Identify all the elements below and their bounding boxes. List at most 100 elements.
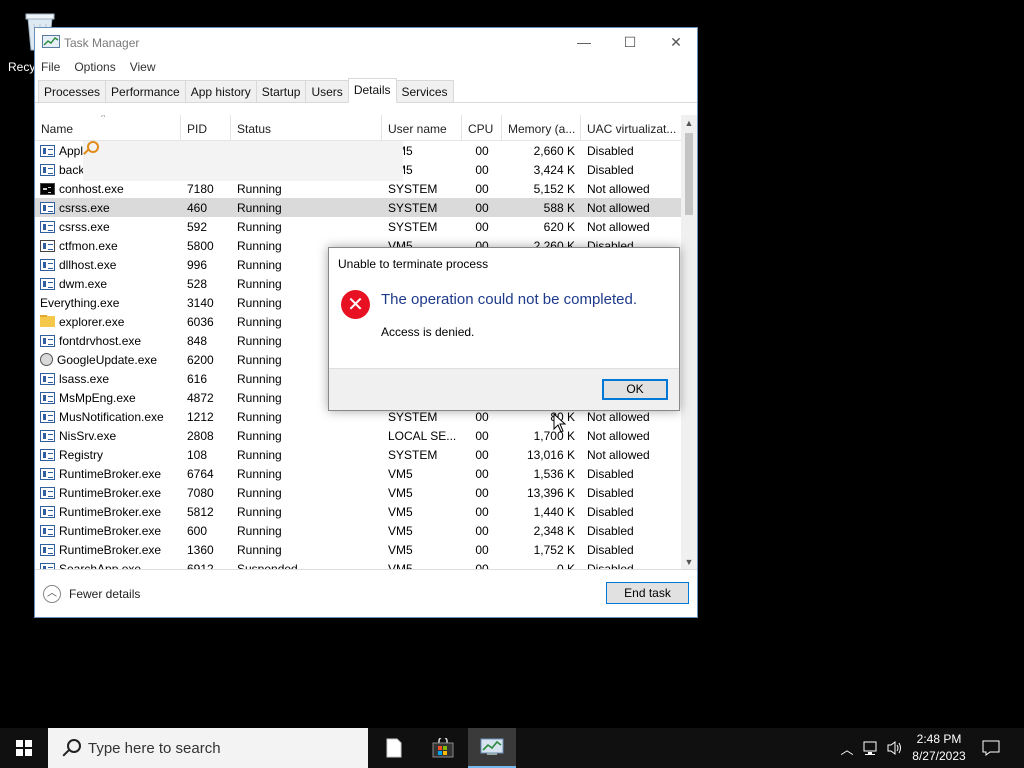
column-header-pid[interactable]: PID bbox=[181, 115, 231, 141]
cell-cpu: 00 bbox=[475, 466, 489, 481]
process-name: Registry bbox=[59, 447, 104, 462]
cell-pid: 108 bbox=[187, 447, 208, 462]
scroll-down-icon[interactable]: ▼ bbox=[681, 554, 697, 569]
column-header-uac[interactable]: UAC virtualizat... bbox=[581, 115, 681, 141]
app-icon bbox=[40, 201, 55, 214]
cell-uac: Disabled bbox=[587, 162, 634, 177]
menu-options[interactable]: Options bbox=[74, 60, 115, 74]
start-button[interactable] bbox=[0, 728, 48, 768]
taskbar-task-manager[interactable] bbox=[468, 728, 516, 768]
process-name: GoogleUpdate.exe bbox=[57, 352, 158, 367]
cell-mem: 620 K bbox=[543, 219, 575, 234]
tab-users[interactable]: Users bbox=[305, 80, 349, 102]
tab-processes[interactable]: Processes bbox=[38, 80, 107, 102]
cell-pid: 6200 bbox=[187, 352, 214, 367]
chevron-up-icon: ︿ bbox=[43, 585, 61, 603]
scroll-up-icon[interactable]: ▲ bbox=[681, 115, 697, 131]
tab-details[interactable]: Details bbox=[347, 78, 397, 103]
app-icon bbox=[40, 448, 55, 461]
menu-file[interactable]: File bbox=[41, 60, 60, 74]
cell-uac: Not allowed bbox=[587, 181, 650, 196]
table-row[interactable]: Registry 108 Running SYSTEM 00 13,016 K Not al… bbox=[35, 445, 681, 464]
cell-user: VM5 bbox=[388, 504, 413, 519]
cell-uac: Not allowed bbox=[587, 219, 650, 234]
cell-pid: 528 bbox=[187, 276, 208, 291]
table-row[interactable]: RuntimeBroker.exe 600 Running VM5 00 2,348 K D… bbox=[35, 521, 681, 540]
table-row[interactable]: conhost.exe 7180 Running SYSTEM 00 5,152 K Not… bbox=[35, 179, 681, 198]
table-row[interactable]: RuntimeBroker.exe 7080 Running VM5 00 13,396 … bbox=[35, 483, 681, 502]
taskbar-store[interactable] bbox=[419, 728, 467, 768]
app-icon bbox=[40, 391, 55, 404]
title-bar[interactable]: Task Manager — ☐ ✕ bbox=[35, 28, 697, 56]
cell-uac: Disabled bbox=[587, 485, 634, 500]
minimize-button[interactable]: — bbox=[561, 28, 607, 56]
cell-mem: 2,348 K bbox=[533, 523, 575, 538]
table-row[interactable]: NisSrv.exe 2808 Running LOCAL SE... 00 1,700 … bbox=[35, 426, 681, 445]
process-name-cell: MusNotification.exe bbox=[35, 410, 181, 424]
column-header-status[interactable]: Status bbox=[231, 115, 382, 141]
cell-user: LOCAL SE... bbox=[388, 428, 457, 443]
volume-icon[interactable] bbox=[886, 740, 904, 756]
column-header-name[interactable]: Name ^ bbox=[35, 115, 181, 141]
tab-startup[interactable]: Startup bbox=[255, 80, 307, 102]
clock[interactable]: 2:48 PM 8/27/2023 bbox=[904, 731, 974, 765]
column-header-user[interactable]: User name bbox=[382, 115, 462, 141]
fewer-details-button[interactable]: ︿ Fewer details bbox=[43, 585, 140, 603]
process-name: RuntimeBroker.exe bbox=[59, 523, 162, 538]
cell-status: Running bbox=[237, 447, 282, 462]
process-name-cell: RuntimeBroker.exe bbox=[35, 524, 181, 538]
app-icon bbox=[40, 467, 55, 480]
cell-user: VM5 bbox=[388, 542, 413, 557]
tab-app-history[interactable]: App history bbox=[184, 80, 257, 102]
table-row[interactable]: RuntimeBroker.exe 6764 Running VM5 00 1,536 K… bbox=[35, 464, 681, 483]
chevron-up-icon[interactable]: ︿ bbox=[838, 739, 856, 758]
table-row[interactable]: csrss.exe 592 Running SYSTEM 00 620 K Not allo… bbox=[35, 217, 681, 236]
pen-icon bbox=[40, 239, 55, 252]
table-row[interactable]: csrss.exe 460 Running SYSTEM 00 588 K Not allo… bbox=[35, 198, 681, 217]
table-row[interactable]: RuntimeBroker.exe 1360 Running VM5 00 1,752 K… bbox=[35, 540, 681, 559]
app-icon bbox=[40, 277, 55, 290]
table-row[interactable]: RuntimeBroker.exe 5812 Running VM5 00 1,440 K… bbox=[35, 502, 681, 521]
window-title: Task Manager bbox=[64, 36, 140, 50]
cell-status: Running bbox=[237, 485, 282, 500]
scroll-thumb[interactable] bbox=[685, 133, 693, 215]
app-icon bbox=[40, 220, 55, 233]
taskbar-file-explorer[interactable] bbox=[370, 728, 418, 768]
app-icon bbox=[40, 429, 55, 442]
tab-services[interactable]: Services bbox=[395, 80, 454, 102]
cell-cpu: 00 bbox=[475, 447, 489, 462]
process-name-cell: RuntimeBroker.exe bbox=[35, 467, 181, 481]
cell-pid: 7180 bbox=[187, 181, 214, 196]
tab-performance[interactable]: Performance bbox=[105, 80, 186, 102]
process-name: dwm.exe bbox=[59, 276, 108, 291]
column-header-cpu[interactable]: CPU bbox=[462, 115, 502, 141]
cell-uac: Not allowed bbox=[587, 447, 650, 462]
cell-uac: Not allowed bbox=[587, 200, 650, 215]
dialog-footer: OK bbox=[329, 368, 679, 410]
cell-status: Running bbox=[237, 200, 282, 215]
network-icon[interactable] bbox=[862, 740, 880, 756]
process-name: NisSrv.exe bbox=[59, 428, 117, 443]
cell-uac: Not allowed bbox=[587, 428, 650, 443]
column-header-name-label: Name bbox=[41, 122, 74, 136]
close-button[interactable]: ✕ bbox=[653, 28, 699, 56]
error-dialog: Unable to terminate process ✕ The operat… bbox=[328, 247, 680, 411]
maximize-button[interactable]: ☐ bbox=[607, 28, 653, 56]
vertical-scrollbar[interactable]: ▲ ▼ bbox=[681, 115, 697, 569]
dialog-main-instruction: The operation could not be completed. bbox=[381, 291, 638, 308]
cell-mem: 13,396 K bbox=[526, 485, 575, 500]
cell-status: Running bbox=[237, 504, 282, 519]
process-name-cell: csrss.exe bbox=[35, 220, 181, 234]
process-name-cell: dwm.exe bbox=[35, 277, 181, 291]
menu-view[interactable]: View bbox=[130, 60, 156, 74]
column-header-memory[interactable]: Memory (a... bbox=[502, 115, 581, 141]
cell-mem: 1,440 K bbox=[533, 504, 575, 519]
menu-bar: File Options View bbox=[35, 56, 697, 78]
ok-button[interactable]: OK bbox=[602, 379, 668, 400]
cell-pid: 996 bbox=[187, 257, 208, 272]
column-headers: Name ^ PID Status User name CPU Memory (… bbox=[35, 115, 681, 141]
taskbar-search-box[interactable]: Type here to search bbox=[48, 728, 368, 768]
notifications-icon[interactable] bbox=[982, 739, 1000, 757]
end-task-button[interactable]: End task bbox=[606, 582, 689, 604]
process-name: explorer.exe bbox=[59, 314, 125, 329]
